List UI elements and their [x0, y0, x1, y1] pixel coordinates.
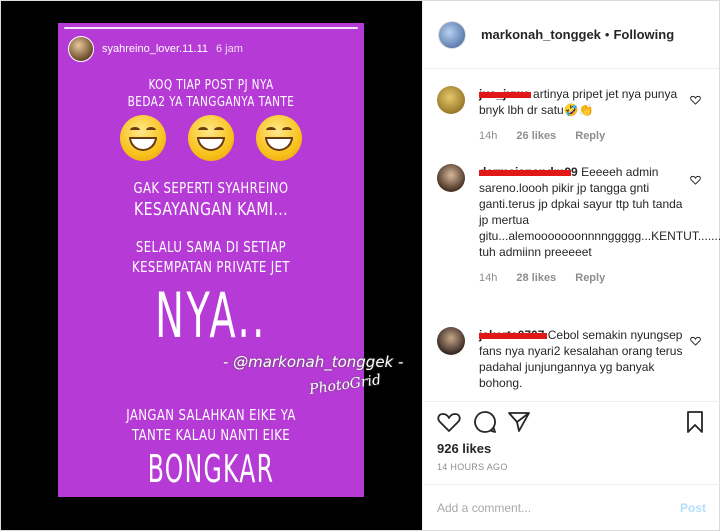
story-header: syahreino_lover.11.11 6 jam [68, 36, 243, 62]
caption-bottom-word: BONGKAR [147, 447, 275, 491]
grinning-face-icon [188, 115, 234, 161]
caption-big-word: NYA.. [155, 279, 267, 352]
heart-icon[interactable] [690, 336, 701, 346]
comment-time[interactable]: 14h [479, 130, 497, 142]
caption-line: SELALU SAMA DI SETIAP [135, 238, 287, 256]
post-sidebar: markonah_tonggek • Following jua_juwe ar… [422, 1, 720, 530]
comment-composer: Add a comment... Post [423, 484, 720, 530]
action-bar [423, 401, 720, 441]
caption-line: KESEMPATAN PRIVATE JET [132, 258, 290, 276]
share-paper-plane-icon[interactable] [507, 410, 531, 434]
separator-dot: • [604, 27, 610, 42]
bookmark-icon[interactable] [683, 410, 707, 434]
post-header: markonah_tonggek • Following [423, 1, 719, 69]
story-time: 6 jam [216, 43, 243, 55]
caption-line: GAK SEPERTI SYAHREINO [133, 179, 289, 197]
redaction-mark [479, 333, 547, 339]
emoji-row [58, 115, 364, 161]
caption-line: JANGAN SALAHKAN EIKE YA [126, 406, 296, 424]
comment-body: jua_juwe artinya pripet jet nya punya bn… [479, 86, 689, 144]
comment-input[interactable]: Add a comment... [437, 501, 531, 515]
reply-button[interactable]: Reply [575, 130, 605, 142]
caption-line: KOQ TIAP POST PJ NYA [148, 77, 274, 93]
story-progress-bar [64, 27, 358, 29]
comment-time[interactable]: 14h [479, 272, 497, 284]
redaction-mark [479, 92, 531, 98]
comment-item: darmaisnandm99 Eeeeeh admin sareno.loooh… [437, 164, 720, 286]
story-screenshot: syahreino_lover.11.11 6 jam KOQ TIAP POS… [58, 23, 364, 497]
redaction-mark [479, 170, 571, 176]
avatar [68, 36, 94, 62]
comment-body: darmaisnandm99 Eeeeeh admin sareno.loooh… [479, 164, 720, 286]
avatar[interactable] [438, 20, 466, 49]
reply-button[interactable]: Reply [575, 272, 605, 284]
caption-line: BEDA2 YA TANGGANYA TANTE [127, 94, 295, 110]
heart-icon[interactable] [690, 175, 701, 185]
comment-username[interactable]: jua_juwe [479, 87, 531, 101]
comment-item: jakerta0707 Cebol semakin nyungsep fans … [437, 327, 707, 391]
watermark-handle: - @markonah_tonggek - [223, 353, 404, 371]
comment-body: jakerta0707 Cebol semakin nyungsep fans … [479, 327, 689, 391]
comment-meta: 14h 26 likes Reply [479, 128, 689, 144]
comment-likes[interactable]: 28 likes [516, 272, 556, 284]
like-count[interactable]: 926 likes [437, 441, 491, 456]
avatar[interactable] [437, 86, 465, 114]
grinning-face-icon [256, 115, 302, 161]
comment-bubble-icon[interactable] [473, 410, 497, 434]
comment-likes[interactable]: 26 likes [516, 130, 556, 142]
comment-username[interactable]: jakerta0707 [479, 328, 547, 342]
caption-line: KESAYANGAN KAMI... [133, 199, 289, 220]
post-media[interactable]: syahreino_lover.11.11 6 jam KOQ TIAP POS… [1, 1, 422, 530]
caption-line: TANTE KALAU NANTI EIKE [131, 426, 291, 444]
following-button[interactable]: Following [613, 27, 674, 42]
comment-username[interactable]: darmaisnandm99 [479, 165, 578, 179]
story-username: syahreino_lover.11.11 [102, 43, 208, 55]
avatar[interactable] [437, 327, 465, 355]
post-timestamp[interactable]: 14 HOURS AGO [437, 462, 508, 472]
comment-item: jua_juwe artinya pripet jet nya punya bn… [437, 86, 707, 144]
comment-list[interactable]: jua_juwe artinya pripet jet nya punya bn… [423, 69, 720, 401]
comment-meta: 14h 28 likes Reply [479, 270, 689, 286]
avatar[interactable] [437, 164, 465, 192]
like-heart-icon[interactable] [437, 410, 461, 434]
post-button[interactable]: Post [680, 501, 706, 515]
header-username[interactable]: markonah_tonggek [481, 27, 601, 42]
heart-icon[interactable] [690, 95, 701, 105]
comment-text: Eeeeeh admin sareno.loooh pikir jp tangg… [479, 165, 720, 259]
grinning-face-icon [120, 115, 166, 161]
